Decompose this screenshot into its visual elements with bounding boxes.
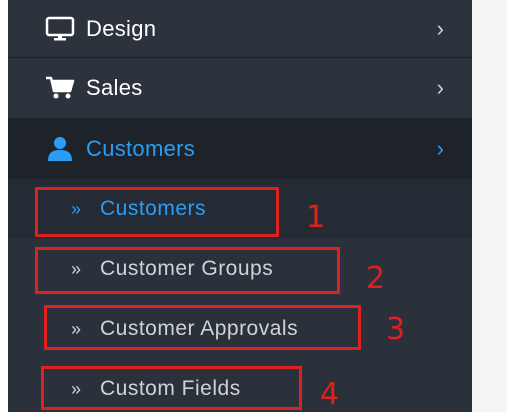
chevron-right-icon: › xyxy=(436,15,444,41)
sidebar-item-sales-label: Sales xyxy=(86,75,143,100)
submenu-item-label: Custom Fields xyxy=(100,377,241,400)
double-chevron-right-icon: » xyxy=(70,318,81,339)
double-chevron-right-icon: » xyxy=(70,378,81,399)
sidebar-item-design[interactable]: Design › xyxy=(8,0,472,58)
monitor-icon xyxy=(44,14,76,44)
sidebar-item-customers[interactable]: Customers › xyxy=(8,119,472,179)
chevron-right-icon: › xyxy=(436,136,444,161)
submenu-item-label: Customer Groups xyxy=(100,257,274,280)
double-chevron-right-icon: » xyxy=(70,198,81,219)
content-area xyxy=(472,0,507,412)
shopping-cart-icon xyxy=(44,73,76,103)
submenu-item-customer-approvals[interactable]: » Customer Approvals xyxy=(8,299,472,359)
sidebar-menu: Design › Sales › Customers › » Customers… xyxy=(8,0,472,412)
submenu-item-label: Customer Approvals xyxy=(100,317,299,340)
submenu-item-customer-groups[interactable]: » Customer Groups xyxy=(8,239,472,299)
user-icon xyxy=(44,134,76,164)
sidebar-item-design-label: Design xyxy=(86,15,157,41)
chevron-right-icon: › xyxy=(436,75,444,100)
double-chevron-right-icon: » xyxy=(70,258,81,279)
submenu-item-custom-fields[interactable]: » Custom Fields xyxy=(8,359,472,412)
customers-submenu: » Customers » Customer Groups » Customer… xyxy=(8,179,472,412)
submenu-item-customers[interactable]: » Customers xyxy=(8,179,472,239)
sidebar-item-sales[interactable]: Sales › xyxy=(8,58,472,119)
submenu-item-label: Customers xyxy=(100,197,207,220)
screenshot-stage: Design › Sales › Customers › » Customers… xyxy=(0,0,507,412)
sidebar-item-customers-label: Customers xyxy=(86,136,196,161)
